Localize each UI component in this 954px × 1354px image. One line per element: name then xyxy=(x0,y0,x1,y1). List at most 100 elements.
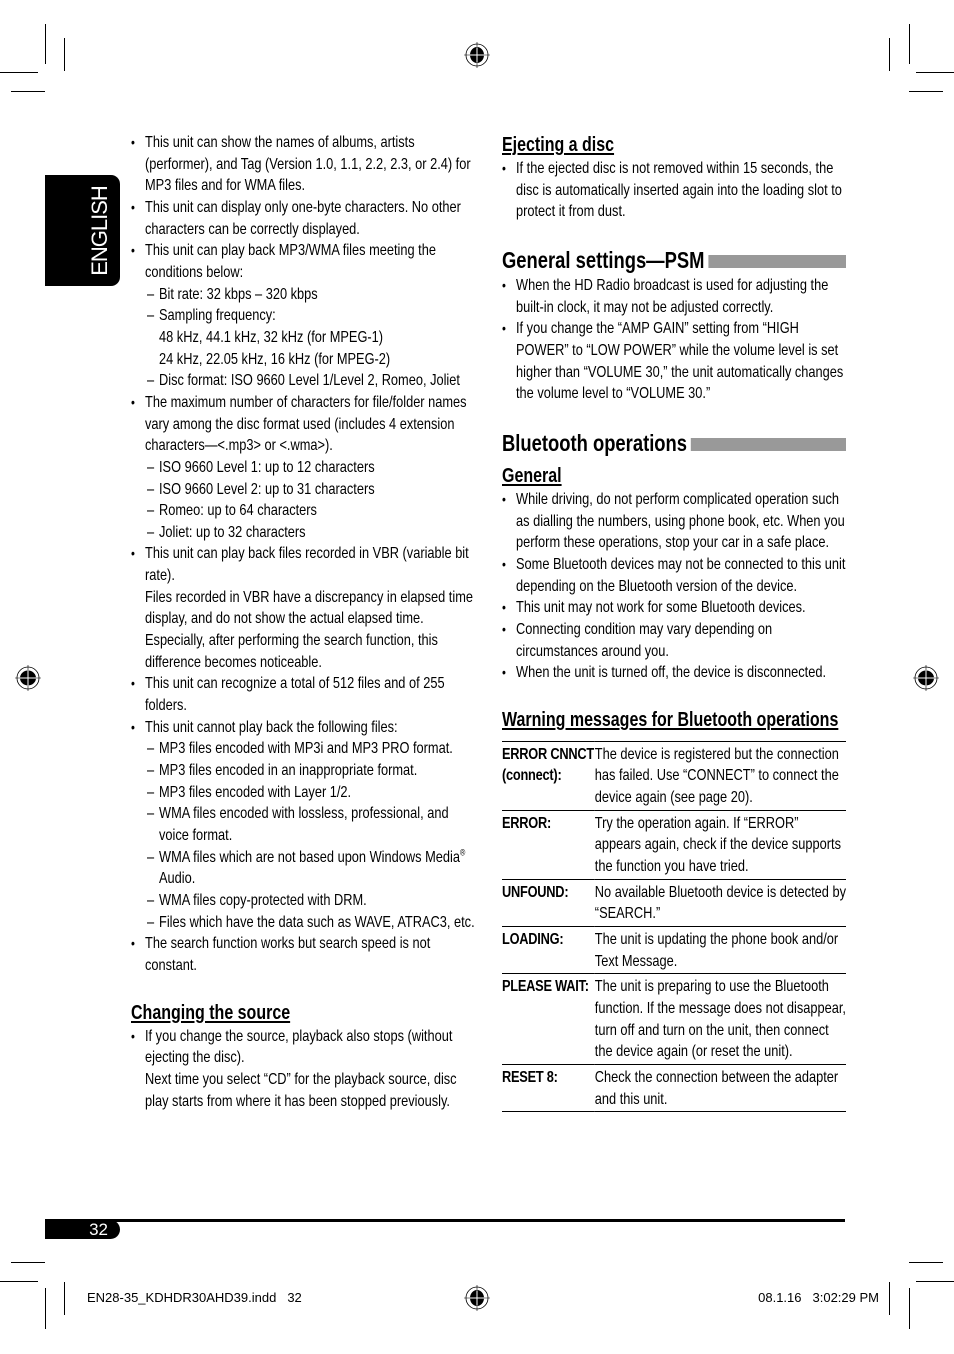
sub-list-item: WMA files copy-protected with DRM. xyxy=(147,890,476,912)
ejecting-disc-list: If the ejected disc is not removed withi… xyxy=(502,158,846,223)
warning-messages-table: ERROR CNNCT (connect): The device is reg… xyxy=(502,740,846,1113)
sub-list-item: ISO 9660 Level 1: up to 12 characters xyxy=(147,457,476,479)
warning-description: The unit is preparing to use the Bluetoo… xyxy=(594,973,846,1065)
sub-list-item-text: Sampling frequency: xyxy=(159,307,276,325)
right-column: Ejecting a disc If the ejected disc is n… xyxy=(502,132,846,1113)
warning-code: PLEASE WAIT: xyxy=(502,973,595,1065)
sub-list-item: WMA files which are not based upon Windo… xyxy=(147,847,476,890)
warning-description: Check the connection between the adapter… xyxy=(594,1064,846,1113)
list-item: If you change the “AMP GAIN” setting fro… xyxy=(502,318,846,405)
table-row: UNFOUND: No available Bluetooth device i… xyxy=(502,879,846,928)
general-settings-psm-heading: General settings—PSM xyxy=(502,245,846,275)
crop-mark xyxy=(0,72,38,73)
mp3-wma-notes-list: This unit can show the names of albums, … xyxy=(131,132,476,977)
warning-description: The unit is updating the phone book and/… xyxy=(594,926,846,975)
list-item-text: This unit cannot play back the following… xyxy=(145,718,398,736)
crop-mark xyxy=(909,91,943,92)
list-item: This unit can show the names of albums, … xyxy=(131,132,476,197)
list-item: This unit cannot play back the following… xyxy=(131,717,476,934)
sub-list-item-text: ISO 9660 Level 1: up to 12 characters xyxy=(159,458,375,476)
list-item-text: If you change the “AMP GAIN” setting fro… xyxy=(516,320,844,403)
list-item-note: Files recorded in VBR have a discrepancy… xyxy=(145,588,473,671)
table-row: RESET 8: Check the connection between th… xyxy=(502,1064,846,1113)
crop-mark xyxy=(64,38,65,71)
sub-list: MP3 files encoded with MP3i and MP3 PRO … xyxy=(145,738,476,933)
sampling-frequency-line: 48 kHz, 44.1 kHz, 32 kHz (for MPEG-1) xyxy=(159,328,384,346)
sub-list-item: Joliet: up to 32 characters xyxy=(147,522,476,544)
crop-mark xyxy=(0,1281,38,1282)
section-title: General settings—PSM xyxy=(502,246,705,273)
sub-list-item-text: WMA files copy-protected with DRM. xyxy=(159,891,367,909)
sampling-frequency-line: 24 kHz, 22.05 kHz, 16 kHz (for MPEG-2) xyxy=(159,350,391,368)
list-item-text: This unit can display only one-byte char… xyxy=(145,198,461,238)
sub-list-item-text: Bit rate: 32 kbps – 320 kbps xyxy=(159,285,318,303)
list-item: This unit may not work for some Bluetoot… xyxy=(502,597,846,619)
manual-page: ENGLISH This unit can show the names of … xyxy=(0,0,954,1354)
crop-mark xyxy=(45,1288,46,1329)
language-tab: ENGLISH xyxy=(45,175,120,286)
list-item: This unit can play back MP3/WMA files me… xyxy=(131,240,476,392)
sub-list-item: Disc format: ISO 9660 Level 1/Level 2, R… xyxy=(147,370,476,392)
crop-mark xyxy=(11,91,45,92)
registration-mark-icon xyxy=(463,41,491,69)
list-item: When the unit is turned off, the device … xyxy=(502,662,846,684)
sub-list-item: Bit rate: 32 kbps – 320 kbps xyxy=(147,284,476,306)
crop-mark xyxy=(45,24,46,64)
sub-list-item-text: Disc format: ISO 9660 Level 1/Level 2, R… xyxy=(159,372,460,390)
slug-filename: EN28-35_KDHDR30AHD39.indd xyxy=(87,1290,277,1305)
sub-list-item-text: MP3 files encoded with MP3i and MP3 PRO … xyxy=(159,740,453,758)
crop-mark xyxy=(909,1262,943,1263)
list-item-note: Next time you select “CD” for the playba… xyxy=(145,1070,457,1110)
heading-bar xyxy=(691,437,846,451)
crop-mark xyxy=(909,24,910,64)
crop-mark xyxy=(889,1282,890,1315)
sub-list-item: Files which have the data such as WAVE, … xyxy=(147,912,476,934)
warning-code: ERROR: xyxy=(502,810,595,880)
changing-source-list: If you change the source, playback also … xyxy=(131,1026,476,1113)
list-item-text: If the ejected disc is not removed withi… xyxy=(516,160,842,221)
list-item-text: When the unit is turned off, the device … xyxy=(516,664,826,682)
sub-list-item-text: Files which have the data such as WAVE, … xyxy=(159,913,475,931)
bluetooth-general-list: While driving, do not perform complicate… xyxy=(502,489,846,684)
sub-list-item: MP3 files encoded with MP3i and MP3 PRO … xyxy=(147,738,476,760)
ejecting-disc-heading: Ejecting a disc xyxy=(502,134,615,156)
list-item-text: This unit can show the names of albums, … xyxy=(145,134,471,195)
sub-list-item-text: MP3 files encoded with Layer 1/2. xyxy=(159,783,352,801)
warning-code: RESET 8: xyxy=(502,1064,595,1113)
table-row: ERROR CNNCT (connect): The device is reg… xyxy=(502,741,846,811)
sub-list-item-text: Romeo: up to 64 characters xyxy=(159,502,317,520)
changing-source-heading: Changing the source xyxy=(131,1001,291,1024)
slug-file-info: EN28-35_KDHDR30AHD39.indd 32 xyxy=(87,1290,302,1306)
list-item-text: While driving, do not perform complicate… xyxy=(516,490,845,552)
sub-list-item-text: ISO 9660 Level 2: up to 31 characters xyxy=(159,480,375,498)
bluetooth-warnings-heading: Warning messages for Bluetooth operation… xyxy=(502,708,839,731)
table-row: ERROR: Try the operation again. If “ERRO… xyxy=(502,810,846,880)
warning-description: The device is registered but the connect… xyxy=(594,741,846,811)
sub-list: Bit rate: 32 kbps – 320 kbps Sampling fr… xyxy=(145,284,476,392)
list-item-text: The search function works but search spe… xyxy=(145,935,431,974)
sub-list-item-text: WMA files which are not based upon Windo… xyxy=(159,848,460,866)
list-item-text: Some Bluetooth devices may not be connec… xyxy=(516,555,846,595)
warning-description: Try the operation again. If “ERROR” appe… xyxy=(594,810,846,880)
crop-mark xyxy=(11,1262,45,1263)
sub-list-item: Sampling frequency: 48 kHz, 44.1 kHz, 32… xyxy=(147,305,476,370)
sub-list-item-text-tail: Audio. xyxy=(159,870,196,888)
list-item-text: This unit may not work for some Bluetoot… xyxy=(516,599,806,617)
sub-list-item-text: MP3 files encoded in an inappropriate fo… xyxy=(159,762,418,780)
language-tab-label: ENGLISH xyxy=(87,186,112,276)
page-number: 32 xyxy=(89,1220,108,1239)
list-item: This unit can play back files recorded i… xyxy=(131,543,476,673)
registered-trademark-symbol: ® xyxy=(459,847,466,858)
heading-bar xyxy=(708,254,846,268)
psm-notes-list: When the HD Radio broadcast is used for … xyxy=(502,275,846,405)
page-number-tab: 32 xyxy=(45,1220,120,1239)
list-item: If you change the source, playback also … xyxy=(131,1026,476,1113)
table-row: PLEASE WAIT: The unit is preparing to us… xyxy=(502,973,846,1065)
list-item-text: This unit can play back MP3/WMA files me… xyxy=(145,242,436,281)
crop-mark xyxy=(916,72,954,73)
slug-date: 08.1.16 xyxy=(758,1290,802,1305)
crop-mark xyxy=(909,1288,910,1329)
warning-description: No available Bluetooth device is detecte… xyxy=(594,879,846,928)
slug-time: 3:02:29 PM xyxy=(812,1290,880,1305)
sub-list-item: Romeo: up to 64 characters xyxy=(147,500,476,522)
